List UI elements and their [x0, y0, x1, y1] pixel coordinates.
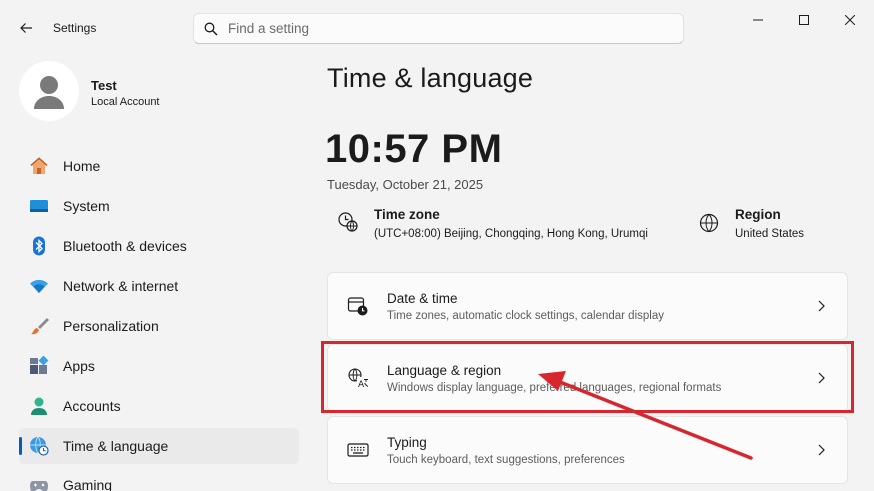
back-arrow-icon [20, 23, 32, 33]
user-name: Test [91, 78, 117, 93]
sidebar-item-time-language[interactable]: Time & language [19, 428, 299, 464]
gamepad-icon [29, 475, 49, 491]
region-globe-icon [698, 212, 720, 234]
sidebar-item-bluetooth[interactable]: Bluetooth & devices [19, 228, 299, 264]
close-button[interactable] [830, 5, 870, 35]
globe-clock-icon [29, 436, 49, 456]
sidebar-item-label: Network & internet [63, 278, 179, 294]
time-zone-value: (UTC+08:00) Beijing, Chongqing, Hong Kon… [374, 228, 648, 240]
card-subtitle: Windows display language, preferred lang… [387, 381, 722, 394]
close-icon [845, 15, 855, 25]
sidebar-item-accounts[interactable]: Accounts [19, 388, 299, 424]
sidebar-item-label: Personalization [63, 318, 159, 334]
sidebar-item-label: Home [63, 158, 101, 174]
wifi-icon [29, 276, 49, 296]
maximize-button[interactable] [784, 5, 824, 35]
region-title: Region [735, 207, 781, 222]
sidebar-item-apps[interactable]: Apps [19, 348, 299, 384]
user-silhouette-icon [34, 76, 64, 109]
date-time-card[interactable]: Date & time Time zones, automatic clock … [327, 272, 848, 340]
search-icon [204, 22, 218, 35]
chevron-right-icon [811, 368, 831, 388]
bluetooth-icon [29, 236, 49, 256]
current-date: Tuesday, October 21, 2025 [327, 177, 484, 192]
language-icon: A [346, 366, 370, 390]
apps-icon [29, 356, 49, 376]
minimize-icon [753, 19, 763, 21]
minimize-button[interactable] [738, 5, 778, 35]
sidebar-item-gaming[interactable]: Gaming [19, 467, 299, 491]
sidebar-item-label: Gaming [63, 477, 113, 491]
account-type: Local Account [91, 96, 160, 108]
page-title: Time & language [327, 63, 534, 93]
chevron-right-icon [811, 440, 831, 460]
current-time: 10:57 PM [325, 127, 503, 171]
region-value: United States [735, 228, 805, 240]
card-title: Language & region [387, 362, 502, 378]
sidebar-item-home[interactable]: Home [19, 148, 299, 184]
app-title: Settings [53, 21, 97, 35]
svg-text:A: A [358, 380, 365, 389]
time-zone-title: Time zone [374, 207, 440, 222]
avatar[interactable] [19, 61, 79, 121]
sidebar-item-network[interactable]: Network & internet [19, 268, 299, 304]
accounts-icon [29, 396, 49, 416]
calendar-clock-icon [346, 294, 370, 318]
sidebar-item-personalization[interactable]: Personalization [19, 308, 299, 344]
language-region-card[interactable]: A Language & region Windows display lang… [327, 344, 848, 412]
typing-card[interactable]: Typing Touch keyboard, text suggestions,… [327, 416, 848, 484]
home-icon [29, 156, 49, 176]
sidebar-item-label: System [63, 198, 110, 214]
maximize-icon [799, 15, 809, 25]
sidebar-item-label: Time & language [63, 438, 169, 454]
search-input[interactable] [228, 21, 648, 36]
card-title: Typing [387, 434, 427, 450]
sidebar-item-label: Bluetooth & devices [63, 238, 187, 254]
card-title: Date & time [387, 290, 458, 306]
sidebar-item-label: Apps [63, 358, 95, 374]
back-button[interactable] [12, 14, 40, 42]
brush-icon [29, 316, 49, 336]
sidebar-item-system[interactable]: System [19, 188, 299, 224]
sidebar-item-label: Accounts [63, 398, 121, 414]
chevron-right-icon [811, 296, 831, 316]
time-zone-icon [337, 211, 359, 233]
card-subtitle: Touch keyboard, text suggestions, prefer… [387, 453, 625, 466]
system-icon [29, 196, 49, 216]
keyboard-icon [346, 438, 370, 462]
card-subtitle: Time zones, automatic clock settings, ca… [387, 309, 664, 322]
active-indicator [19, 437, 22, 455]
search-box[interactable] [193, 13, 684, 44]
